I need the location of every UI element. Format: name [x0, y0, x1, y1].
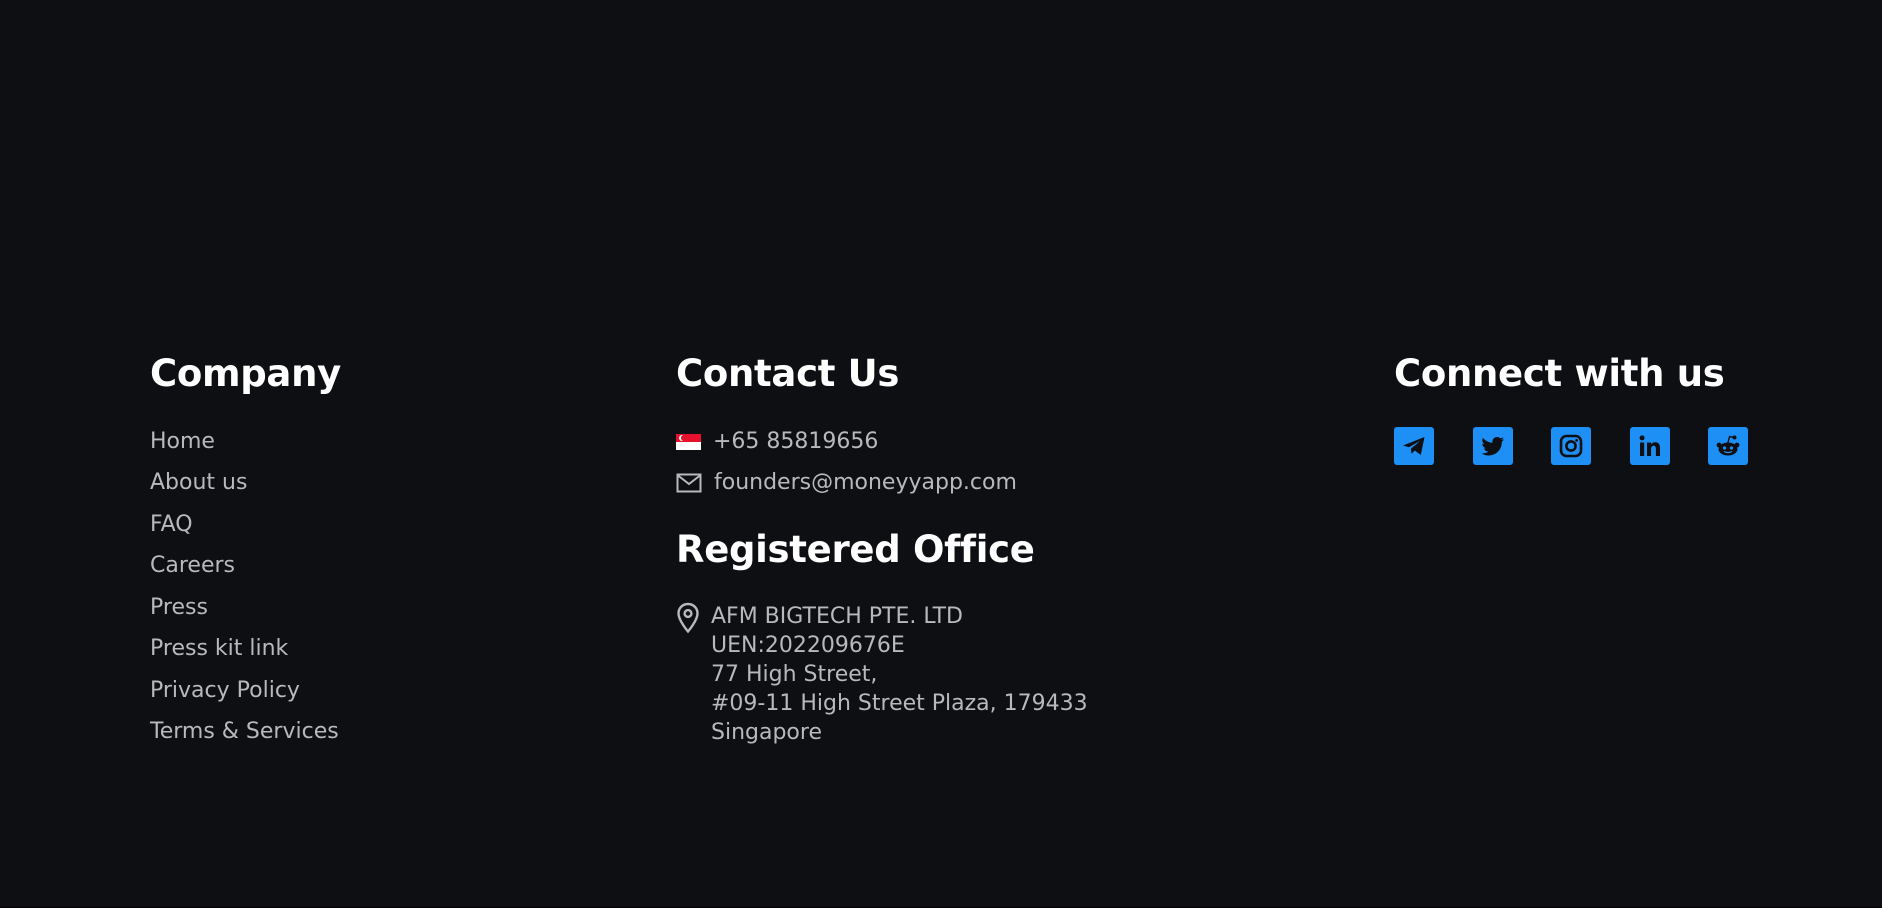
footer-link-careers[interactable]: Careers — [150, 552, 235, 580]
connect-heading: Connect with us — [1394, 352, 1725, 395]
phone-number[interactable]: +65 85819656 — [713, 428, 878, 456]
reddit-icon — [1716, 435, 1740, 456]
social-links — [1394, 427, 1748, 465]
contact-heading: Contact Us — [676, 352, 900, 395]
footer-link-faq[interactable]: FAQ — [150, 511, 193, 539]
location-pin-icon — [677, 602, 699, 634]
twitter-icon — [1480, 437, 1504, 456]
twitter-link[interactable] — [1472, 427, 1513, 465]
office-line-uen: UEN:202209676E — [711, 633, 905, 658]
linkedin-link[interactable] — [1629, 427, 1670, 465]
instagram-link[interactable] — [1551, 427, 1591, 465]
office-line-company: AFM BIGTECH PTE. LTD — [711, 604, 963, 629]
footer-link-terms-services[interactable]: Terms & Services — [150, 718, 339, 746]
company-heading: Company — [150, 352, 341, 395]
linkedin-icon — [1639, 435, 1660, 456]
telegram-icon — [1403, 437, 1425, 455]
reddit-link[interactable] — [1708, 427, 1748, 465]
office-address-lines: AFM BIGTECH PTE. LTD UEN:202209676E 77 H… — [711, 602, 1088, 747]
footer-link-press-kit[interactable]: Press kit link — [150, 635, 288, 663]
footer-link-home[interactable]: Home — [150, 428, 215, 456]
office-line-country: Singapore — [711, 720, 822, 745]
phone-contact[interactable]: +65 85819656 — [676, 428, 878, 456]
office-line-unit: #09-11 High Street Plaza, 179433 — [711, 691, 1088, 716]
telegram-link[interactable] — [1394, 427, 1434, 465]
office-line-street: 77 High Street, — [711, 662, 878, 687]
registered-office-heading: Registered Office — [676, 528, 1035, 571]
instagram-icon — [1559, 434, 1583, 458]
footer-link-press[interactable]: Press — [150, 594, 208, 622]
registered-office-address: AFM BIGTECH PTE. LTD UEN:202209676E 77 H… — [676, 602, 1088, 747]
email-address[interactable]: founders@moneyyapp.com — [714, 469, 1017, 497]
mail-icon — [676, 473, 702, 493]
footer-link-privacy-policy[interactable]: Privacy Policy — [150, 677, 300, 705]
singapore-flag-icon — [676, 434, 701, 450]
footer-link-about-us[interactable]: About us — [150, 469, 247, 497]
site-footer: Company Home About us FAQ Careers Press … — [0, 0, 1882, 907]
email-contact[interactable]: founders@moneyyapp.com — [676, 469, 1017, 497]
